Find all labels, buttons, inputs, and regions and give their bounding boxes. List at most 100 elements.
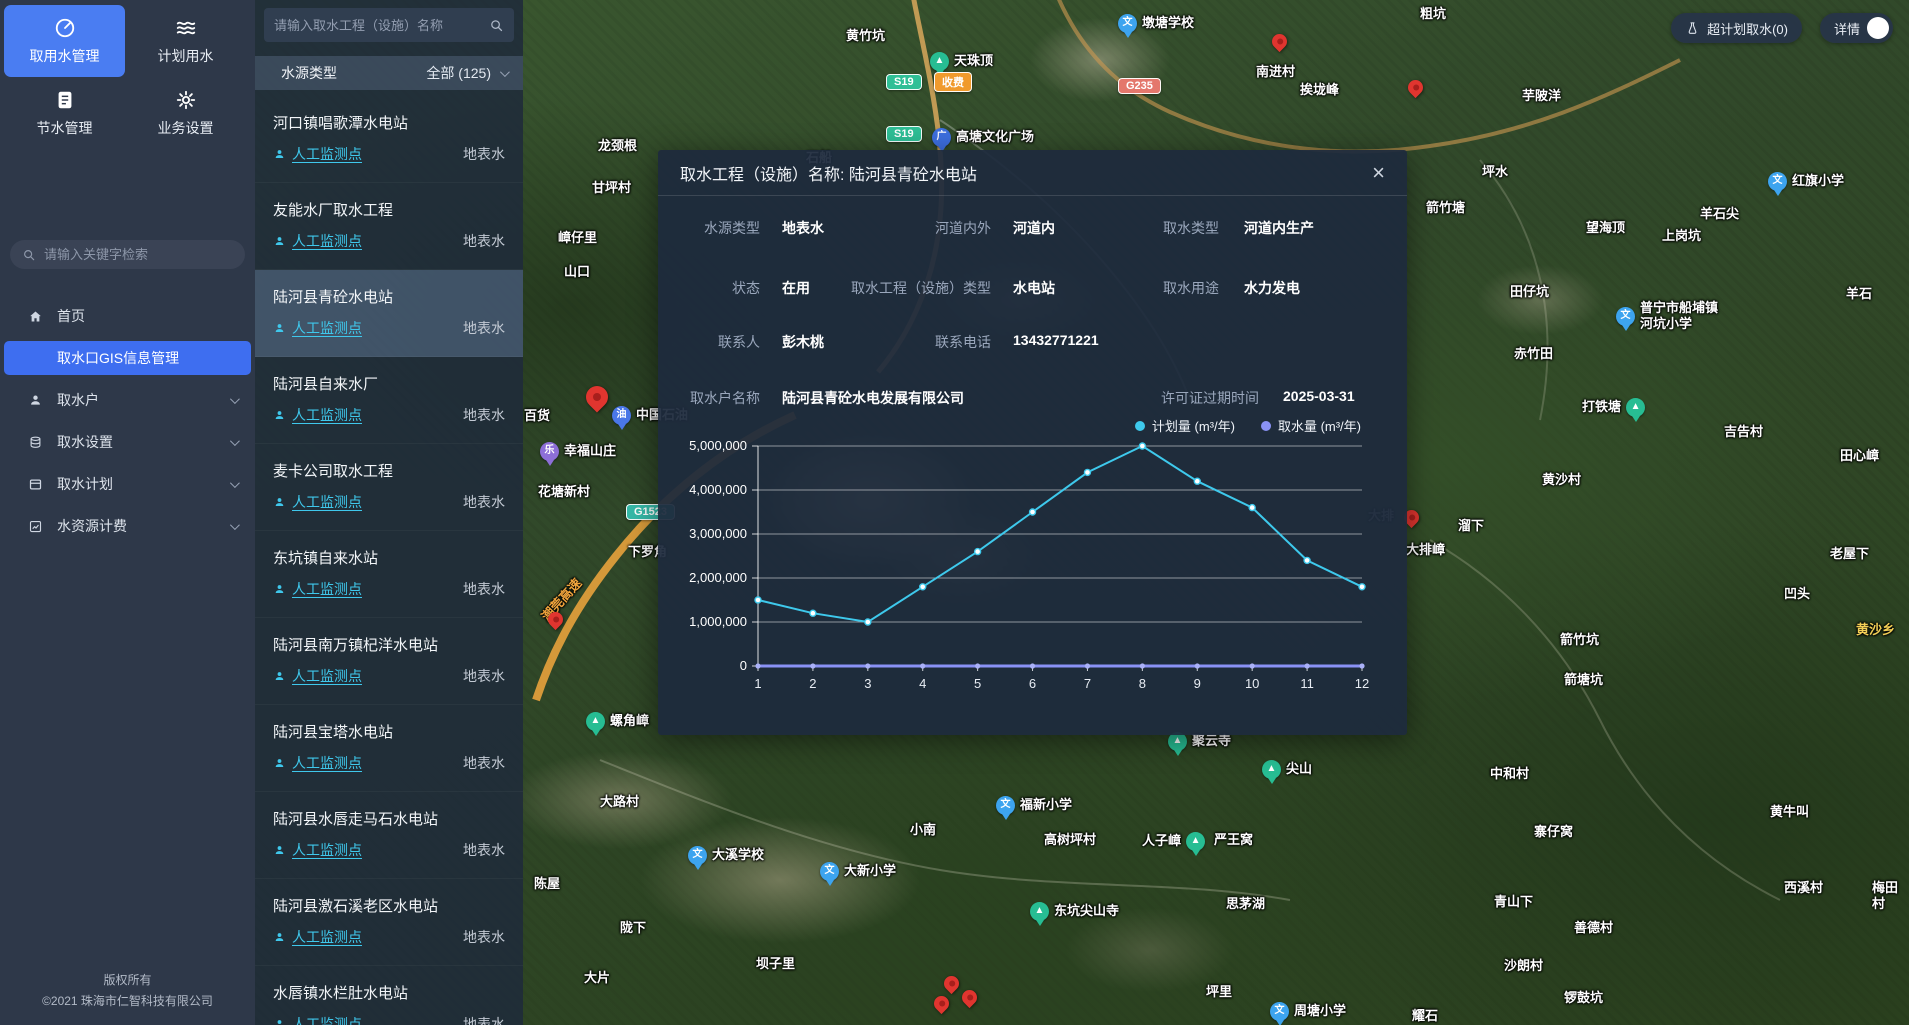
- red-marker-icon[interactable]: [1405, 77, 1426, 98]
- monitor-link[interactable]: 人工监测点: [292, 405, 362, 425]
- map-label[interactable]: ▲东坑尖山寺: [1030, 902, 1119, 921]
- toggle-knob[interactable]: [1867, 17, 1889, 39]
- filter-value[interactable]: 全部 (125): [426, 63, 491, 83]
- red-marker-icon[interactable]: [581, 381, 612, 412]
- sidebar-item-6[interactable]: 水资源计费: [4, 509, 251, 543]
- water-type: 地表水: [463, 492, 505, 512]
- svg-text:11: 11: [1300, 676, 1314, 691]
- sidebar-item-3[interactable]: 取水户: [4, 383, 251, 417]
- school-icon[interactable]: 文: [820, 862, 839, 881]
- water-source-filter[interactable]: 水源类型 全部 (125): [255, 56, 523, 90]
- monitor-link[interactable]: 人工监测点: [292, 144, 362, 164]
- app-tile-3[interactable]: 节水管理: [4, 77, 125, 149]
- station-list-item[interactable]: 麦卡公司取水工程人工监测点地表水: [255, 444, 523, 531]
- monitor-link[interactable]: 人工监测点: [292, 318, 362, 338]
- map-label[interactable]: ▲尖山: [1262, 760, 1312, 779]
- legend-item[interactable]: 取水量 (m³/年): [1261, 416, 1361, 435]
- app-tile-2[interactable]: 计划用水: [125, 5, 246, 77]
- station-list-item[interactable]: 陆河县青砼水电站人工监测点地表水: [255, 270, 523, 357]
- map-label[interactable]: 打铁塘▲: [1582, 398, 1645, 417]
- monitor-link[interactable]: 人工监测点: [292, 579, 362, 599]
- map-label[interactable]: 人子嶂▲: [1142, 832, 1205, 851]
- monitor-link[interactable]: 人工监测点: [292, 840, 362, 860]
- sidebar-item-4[interactable]: 取水设置: [4, 425, 251, 459]
- red-marker-icon[interactable]: [959, 987, 980, 1008]
- station-search-input[interactable]: [274, 18, 481, 33]
- monitor-link[interactable]: 人工监测点: [292, 666, 362, 686]
- map-label[interactable]: ▲螺角嶂: [586, 712, 649, 731]
- station-list-item[interactable]: 陆河县宝塔水电站人工监测点地表水: [255, 705, 523, 792]
- map-label[interactable]: 广高塘文化广场: [932, 128, 1034, 147]
- peak-icon[interactable]: ▲: [1262, 760, 1281, 779]
- legend-item[interactable]: 计划量 (m³/年): [1135, 416, 1235, 435]
- station-list-item[interactable]: 陆河县自来水厂人工监测点地表水: [255, 357, 523, 444]
- peak-icon[interactable]: ▲: [586, 712, 605, 731]
- monitor-link[interactable]: 人工监测点: [292, 927, 362, 947]
- red-marker-icon[interactable]: [1269, 31, 1290, 52]
- peak-icon[interactable]: ▲: [930, 52, 949, 71]
- sidebar-item-label: 取水设置: [57, 432, 216, 452]
- search-icon[interactable]: [489, 18, 504, 33]
- map-label[interactable]: 文红旗小学: [1768, 172, 1844, 191]
- peak-icon[interactable]: ▲: [1626, 398, 1645, 417]
- over-plan-button[interactable]: 超计划取水(0): [1671, 13, 1802, 43]
- school-icon[interactable]: 文: [688, 846, 707, 865]
- school-icon[interactable]: 文: [1768, 172, 1787, 191]
- app-tile-1[interactable]: 取用水管理: [4, 5, 125, 77]
- svg-text:5,000,000: 5,000,000: [689, 438, 747, 453]
- map-label: 嶂仔里: [558, 230, 597, 246]
- sidebar-item-1[interactable]: 首页: [4, 299, 251, 333]
- school-icon[interactable]: 文: [996, 796, 1015, 815]
- station-list-item[interactable]: 水唇镇水栏肚水电站人工监测点地表水: [255, 966, 523, 1025]
- station-search[interactable]: [264, 8, 514, 42]
- map-label-text: 溜下: [1458, 518, 1484, 534]
- map-label: 羊石: [1846, 286, 1872, 302]
- map-label-text: 羊石: [1846, 286, 1872, 302]
- map-label[interactable]: ▲天珠顶: [930, 52, 993, 71]
- sidebar-item-label: 水资源计费: [57, 516, 216, 536]
- map-label[interactable]: 乐幸福山庄: [540, 442, 616, 461]
- close-icon[interactable]: ×: [1372, 162, 1385, 184]
- gas-icon[interactable]: 油: [612, 406, 631, 425]
- monitor-link[interactable]: 人工监测点: [292, 1014, 362, 1025]
- plaza-icon[interactable]: 广: [932, 128, 951, 147]
- station-list-item[interactable]: 东坑镇自来水站人工监测点地表水: [255, 531, 523, 618]
- monitor-link[interactable]: 人工监测点: [292, 753, 362, 773]
- station-list-item[interactable]: 河口镇唱歌潭水电站人工监测点地表水: [255, 96, 523, 183]
- station-name: 陆河县水唇走马石水电站: [273, 808, 505, 829]
- sidebar-search-input[interactable]: [44, 247, 233, 262]
- resort-icon[interactable]: 乐: [540, 442, 559, 461]
- map-label-text: 普宁市船埔镇 河坑小学: [1640, 300, 1718, 333]
- sidebar-item-2[interactable]: 取水口GIS信息管理: [4, 341, 251, 375]
- school-icon[interactable]: 文: [1270, 1002, 1289, 1021]
- map-label[interactable]: 文大溪学校: [688, 846, 764, 865]
- map-label[interactable]: 文大新小学: [820, 862, 896, 881]
- copyright-line1: 版权所有: [0, 970, 255, 990]
- app-tile-4[interactable]: 业务设置: [125, 77, 246, 149]
- map-label-text: 中和村: [1490, 766, 1529, 782]
- person-icon: [273, 757, 286, 770]
- station-list-item[interactable]: 友能水厂取水工程人工监测点地表水: [255, 183, 523, 270]
- station-name: 陆河县宝塔水电站: [273, 721, 505, 742]
- map-label[interactable]: 文周塘小学: [1270, 1002, 1346, 1021]
- station-list-item[interactable]: 陆河县南万镇杞洋水电站人工监测点地表水: [255, 618, 523, 705]
- peak-icon[interactable]: ▲: [1186, 832, 1205, 851]
- station-list-item[interactable]: 陆河县水唇走马石水电站人工监测点地表水: [255, 792, 523, 879]
- red-marker-icon[interactable]: [931, 993, 952, 1014]
- temple-icon[interactable]: ▲: [1030, 902, 1049, 921]
- sidebar-item-5[interactable]: 取水计划: [4, 467, 251, 501]
- station-list-item[interactable]: 陆河县激石溪老区水电站人工监测点地表水: [255, 879, 523, 966]
- detail-toggle[interactable]: 详情: [1820, 13, 1893, 43]
- chevron-down-icon[interactable]: [500, 67, 510, 77]
- monitor-link[interactable]: 人工监测点: [292, 231, 362, 251]
- map-label[interactable]: 文普宁市船埔镇 河坑小学: [1616, 300, 1718, 333]
- map-label[interactable]: 文福新小学: [996, 796, 1072, 815]
- red-marker-icon[interactable]: [941, 973, 962, 994]
- school-icon[interactable]: 文: [1118, 14, 1137, 33]
- sidebar-search[interactable]: [10, 240, 245, 269]
- station-list-panel: 水源类型 全部 (125) 河口镇唱歌潭水电站人工监测点地表水友能水厂取水工程人…: [255, 0, 523, 1025]
- school-icon[interactable]: 文: [1616, 307, 1635, 326]
- svg-text:9: 9: [1194, 676, 1201, 691]
- map-label[interactable]: 文墩塘学校: [1118, 14, 1194, 33]
- monitor-link[interactable]: 人工监测点: [292, 492, 362, 512]
